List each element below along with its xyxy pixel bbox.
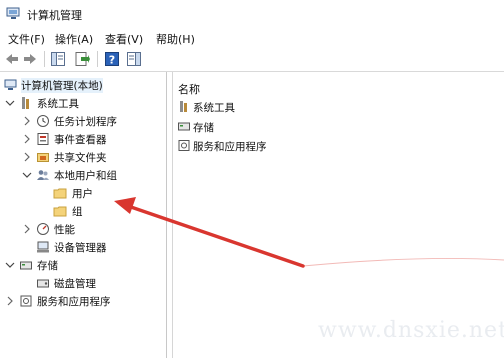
tree-item-label: 任务计划程序 (54, 116, 117, 128)
tree-item-users[interactable]: 用户 (0, 185, 166, 203)
computer-management-icon (6, 7, 20, 19)
tree-item-performance[interactable]: 性能 (0, 221, 166, 239)
console-tree: 计算机管理(本地) 系统工具 任务计划程序 事件查看器 共享文件夹 本地用户和组… (0, 72, 167, 358)
event-viewer-icon (37, 133, 49, 145)
show-hide-tree-icon[interactable] (50, 51, 66, 67)
list-item-label: 服务和应用程序 (193, 141, 267, 153)
chevron-right-icon[interactable] (22, 224, 32, 234)
device-manager-icon (37, 241, 49, 253)
tree-item-label: 组 (72, 206, 83, 218)
list-item-label: 系统工具 (193, 102, 235, 114)
back-arrow-icon[interactable] (4, 51, 20, 67)
tree-item-disk-management[interactable]: 磁盘管理 (0, 275, 166, 293)
users-icon (37, 170, 49, 180)
export-list-icon[interactable] (74, 51, 90, 67)
toolbar: ? (0, 48, 504, 72)
chevron-right-icon[interactable] (22, 116, 32, 126)
chevron-right-icon[interactable] (22, 134, 32, 144)
disk-management-icon (37, 279, 49, 288)
tree-item-label: 事件查看器 (54, 134, 107, 146)
tree-item-local-users-groups[interactable]: 本地用户和组 (0, 167, 166, 185)
system-tools-icon (22, 97, 29, 109)
tree-item-label: 设备管理器 (54, 242, 107, 254)
menu-file[interactable]: 文件(F) (8, 31, 45, 47)
tree-item-label: 计算机管理(本地) (21, 78, 103, 93)
menu-view[interactable]: 查看(V) (105, 31, 143, 47)
watermark: www.dnsxie.net (318, 318, 504, 343)
tree-item-services-applications[interactable]: 服务和应用程序 (0, 293, 166, 311)
computer-management-icon (4, 79, 17, 90)
tree-item-task-scheduler[interactable]: 任务计划程序 (0, 113, 166, 131)
tree-item-label: 性能 (54, 224, 75, 236)
menu-action[interactable]: 操作(A) (55, 31, 93, 47)
storage-icon (20, 261, 32, 270)
tree-item-system-tools[interactable]: 系统工具 (0, 95, 166, 113)
list-item-label: 存储 (193, 122, 214, 134)
pane-divider[interactable] (172, 72, 173, 358)
tree-item-storage[interactable]: 存储 (0, 257, 166, 275)
services-icon (178, 140, 190, 151)
system-tools-icon (180, 101, 187, 112)
folder-icon (53, 188, 67, 199)
services-icon (20, 295, 32, 307)
tree-item-device-manager[interactable]: 设备管理器 (0, 239, 166, 257)
tree-item-label: 共享文件夹 (54, 152, 107, 164)
help-icon[interactable]: ? (104, 51, 120, 67)
title-bar: 计算机管理 (0, 0, 504, 28)
menu-bar: 文件(F) 操作(A) 查看(V) 帮助(H) (0, 28, 504, 49)
tree-item-label: 服务和应用程序 (37, 296, 111, 308)
tree-item-computer-management[interactable]: 计算机管理(本地) (0, 77, 166, 95)
window-title: 计算机管理 (27, 9, 82, 22)
tree-item-groups[interactable]: 组 (0, 203, 166, 221)
tree-item-shared-folders[interactable]: 共享文件夹 (0, 149, 166, 167)
tree-item-label: 存储 (37, 260, 58, 272)
performance-icon (37, 223, 49, 235)
tree-item-label: 系统工具 (37, 98, 79, 110)
shared-folder-icon (37, 153, 49, 162)
storage-icon (178, 122, 190, 131)
tree-item-label: 本地用户和组 (54, 170, 117, 182)
tree-item-label: 用户 (72, 188, 93, 200)
show-hide-action-pane-icon[interactable] (126, 51, 142, 67)
chevron-down-icon[interactable] (22, 170, 32, 180)
forward-arrow-icon[interactable] (22, 51, 38, 67)
tree-item-event-viewer[interactable]: 事件查看器 (0, 131, 166, 149)
tree-item-label: 磁盘管理 (54, 278, 96, 290)
clock-icon (37, 115, 49, 127)
menu-help[interactable]: 帮助(H) (156, 31, 195, 47)
chevron-down-icon[interactable] (5, 260, 15, 270)
chevron-right-icon[interactable] (5, 296, 15, 306)
chevron-down-icon[interactable] (5, 98, 15, 108)
chevron-right-icon[interactable] (22, 152, 32, 162)
folder-icon (53, 206, 67, 217)
column-header-name[interactable]: 名称 (178, 81, 200, 97)
svg-text:?: ? (109, 54, 115, 67)
